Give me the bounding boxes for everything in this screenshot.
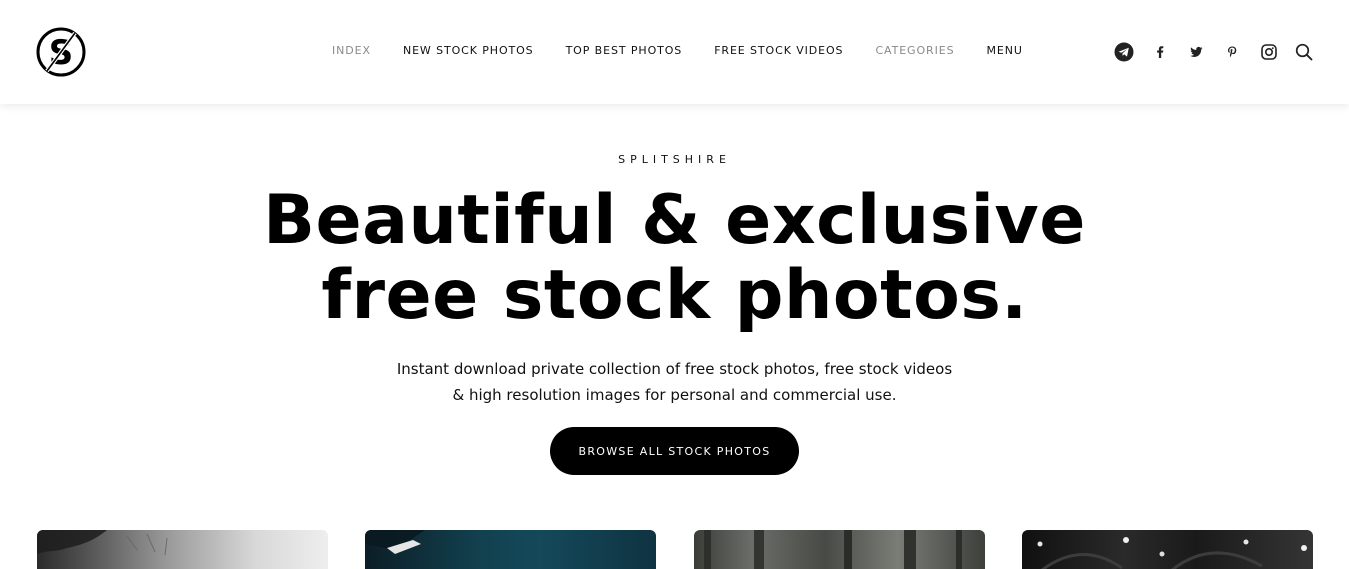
photo-thumbnail[interactable]: [365, 530, 656, 569]
photo-thumbnail[interactable]: [1022, 530, 1313, 569]
nav-item-index[interactable]: INDEX: [332, 44, 371, 58]
photo-grid: [0, 530, 1349, 569]
hero-headline-line-1: Beautiful & exclusive: [263, 181, 1086, 260]
splitshire-logo-icon[interactable]: S: [35, 27, 87, 77]
search-icon[interactable]: [1293, 41, 1315, 63]
hero-headline-line-2: free stock photos.: [321, 256, 1028, 335]
hero-subtitle-line-1: Instant download private collection of f…: [396, 360, 953, 378]
hero-headline: Beautiful & exclusive free stock photos.: [0, 183, 1349, 333]
nav-item-free-stock-videos[interactable]: FREE STOCK VIDEOS: [714, 44, 843, 58]
main-nav: INDEX NEW STOCK PHOTOS TOP BEST PHOTOS F…: [332, 44, 1023, 58]
instagram-icon[interactable]: [1258, 41, 1280, 63]
hero-subtitle-line-2: & high resolution images for personal an…: [452, 386, 897, 404]
nav-item-new-stock-photos[interactable]: NEW STOCK PHOTOS: [403, 44, 534, 58]
photo-thumbnail[interactable]: [37, 530, 328, 569]
site-header: S INDEX NEW STOCK PHOTOS TOP BEST PHOTOS…: [0, 0, 1349, 104]
browse-all-stock-photos-button[interactable]: BROWSE ALL STOCK PHOTOS: [550, 427, 799, 475]
facebook-icon[interactable]: [1149, 41, 1171, 63]
hero-section: SPLITSHIRE Beautiful & exclusive free st…: [0, 104, 1349, 569]
nav-item-menu[interactable]: MENU: [986, 44, 1022, 58]
hero-subtitle: Instant download private collection of f…: [0, 356, 1349, 408]
nav-item-top-best-photos[interactable]: TOP BEST PHOTOS: [566, 44, 683, 58]
photo-thumbnail[interactable]: [694, 530, 985, 569]
hero-eyebrow: SPLITSHIRE: [618, 153, 731, 166]
nav-item-categories[interactable]: CATEGORIES: [875, 44, 954, 58]
telegram-icon[interactable]: [1113, 41, 1135, 63]
pinterest-icon[interactable]: [1221, 41, 1243, 63]
twitter-icon[interactable]: [1185, 41, 1207, 63]
